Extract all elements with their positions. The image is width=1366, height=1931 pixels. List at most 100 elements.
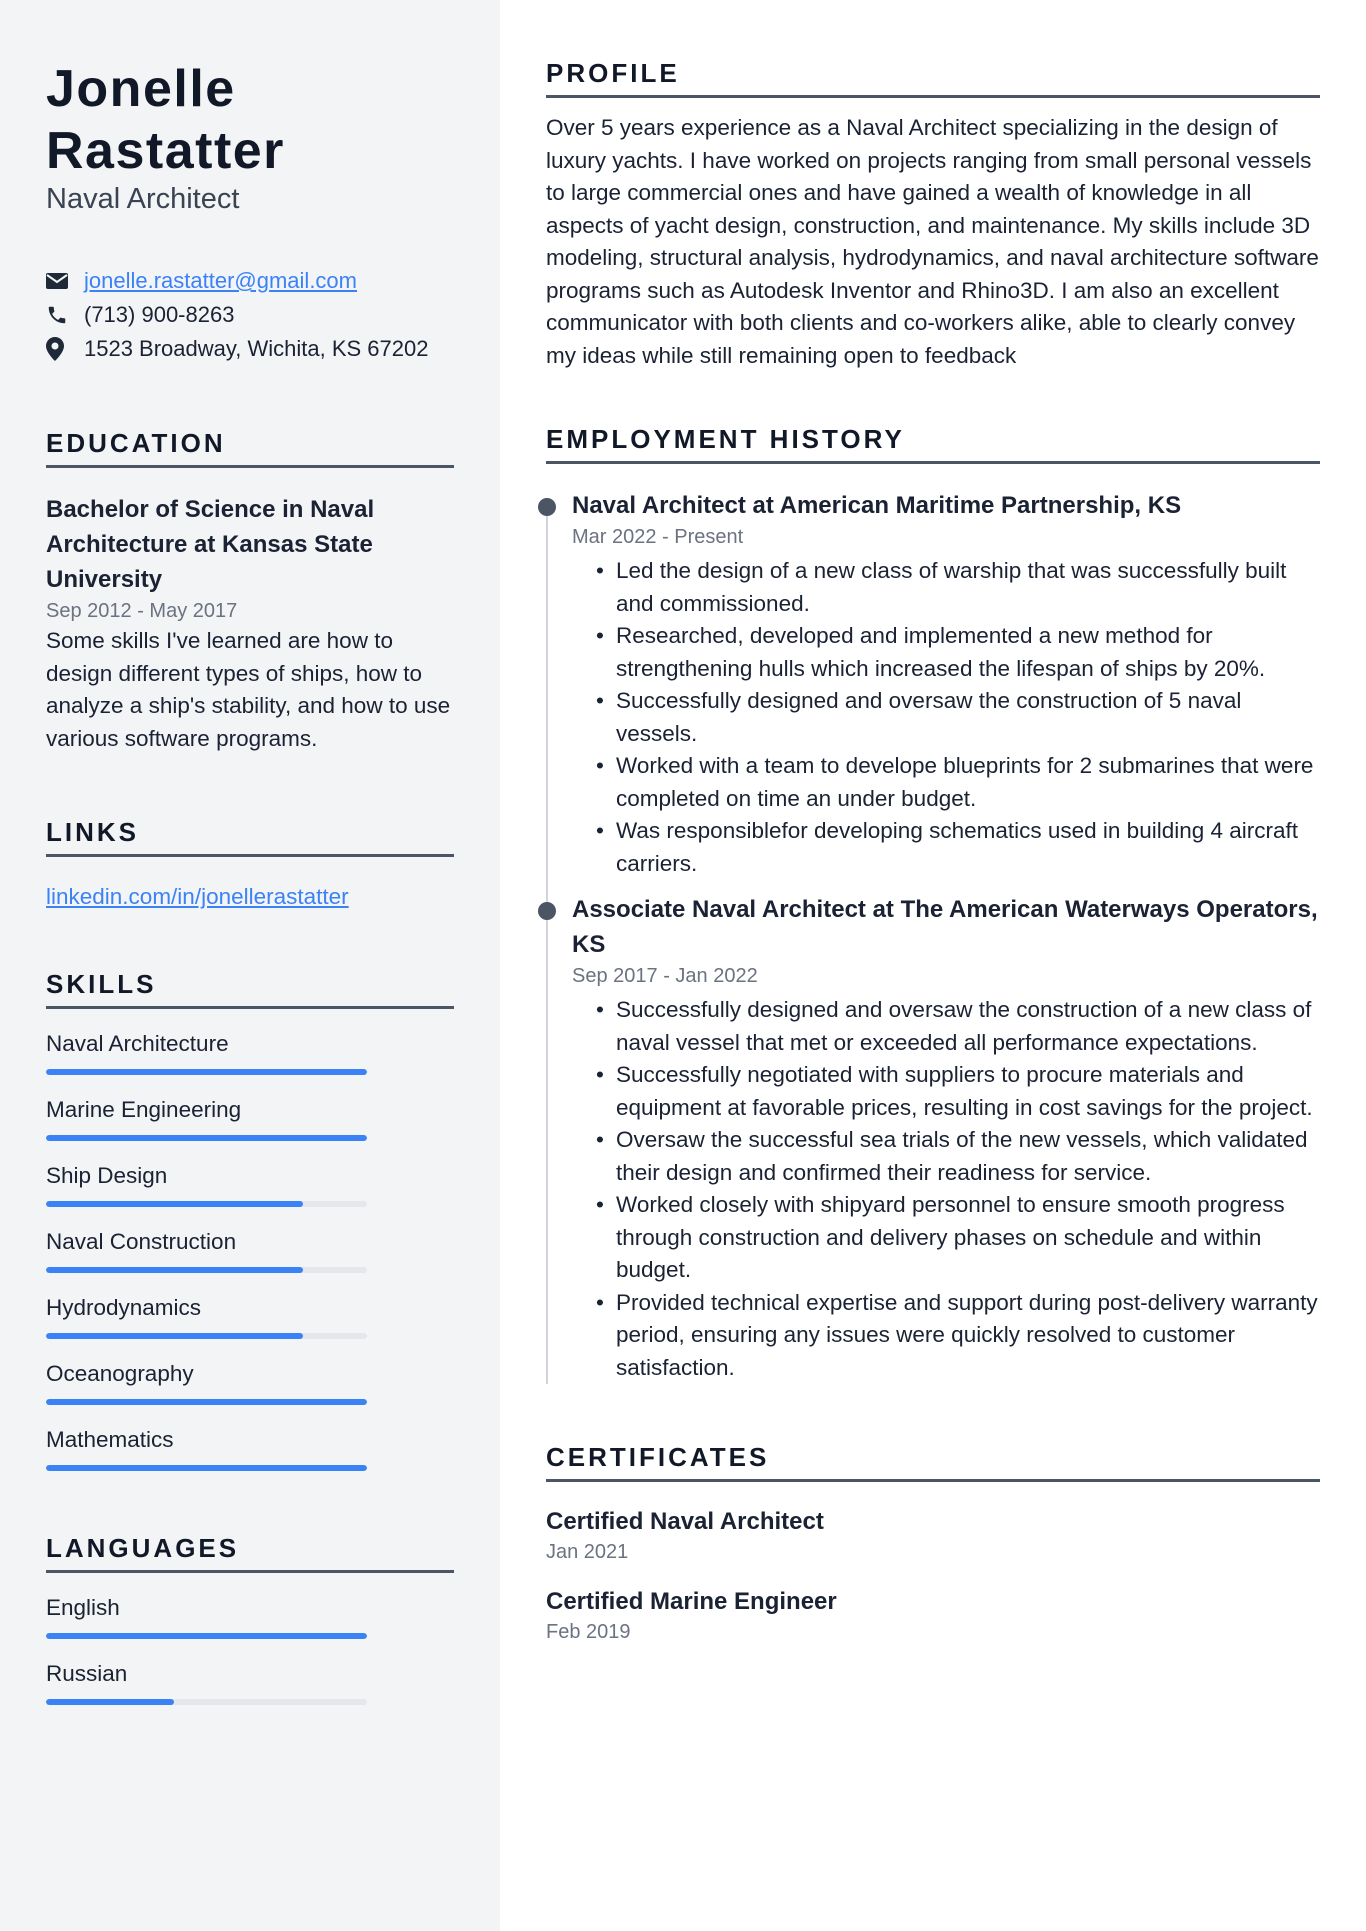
employment-section: EMPLOYMENT HISTORY Naval Architect at Am… (538, 424, 1320, 1384)
language-level-fill (46, 1699, 175, 1705)
skill-level-fill (46, 1399, 367, 1405)
languages-heading: LANGUAGES (46, 1533, 454, 1573)
skill-level-fill (46, 1333, 303, 1339)
profile-heading: PROFILE (546, 58, 1320, 98)
skill-level-fill (46, 1201, 303, 1207)
contact-phone: (713) 900-8263 (46, 298, 454, 332)
skill-level-fill (46, 1465, 367, 1471)
job-bullet: Researched, developed and implemented a … (596, 620, 1320, 685)
job-bullet: Oversaw the successful sea trials of the… (596, 1124, 1320, 1189)
languages-list: English Russian (46, 1593, 454, 1705)
job-bullets: Led the design of a new class of warship… (572, 555, 1320, 880)
education-heading: EDUCATION (46, 428, 454, 468)
education-section: EDUCATION Bachelor of Science in Naval A… (46, 428, 454, 755)
skill-level-bar (46, 1333, 367, 1339)
job-bullet: Worked closely with shipyard personnel t… (596, 1189, 1320, 1287)
job-bullet: Successfully negotiated with suppliers t… (596, 1059, 1320, 1124)
employment-timeline: Naval Architect at American Maritime Par… (538, 488, 1320, 1384)
skill-item: Ship Design (46, 1161, 454, 1207)
skill-label: Marine Engineering (46, 1097, 242, 1122)
linkedin-link[interactable]: linkedin.com/in/jonellerastatter (46, 884, 349, 909)
email-link[interactable]: jonelle.rastatter@gmail.com (84, 264, 357, 298)
skill-level-bar (46, 1267, 367, 1273)
job-bullet: Led the design of a new class of warship… (596, 555, 1320, 620)
skill-label: Ship Design (46, 1163, 168, 1188)
job-bullet: Successfully designed and oversaw the co… (596, 685, 1320, 750)
contact-address: 1523 Broadway, Wichita, KS 67202 (46, 332, 454, 366)
skill-level-bar (46, 1465, 367, 1471)
certificate-title: Certified Naval Architect (546, 1508, 824, 1535)
certificate-title: Certified Marine Engineer (546, 1588, 837, 1615)
address: 1523 Broadway, Wichita, KS 67202 (84, 336, 429, 361)
last-name: Rastatter (46, 122, 285, 180)
job-bullet: Provided technical expertise and support… (596, 1287, 1320, 1385)
skill-level-bar (46, 1135, 367, 1141)
education-dates: Sep 2012 - May 2017 (46, 600, 238, 622)
certificates-heading: CERTIFICATES (546, 1442, 1320, 1482)
skill-item: Mathematics (46, 1425, 454, 1471)
main-content: PROFILE Over 5 years experience as a Nav… (538, 0, 1320, 1646)
skill-level-fill (46, 1135, 367, 1141)
skill-label: Hydrodynamics (46, 1295, 202, 1320)
employment-heading: EMPLOYMENT HISTORY (546, 424, 1320, 464)
language-level-fill (46, 1633, 367, 1639)
skill-label: Naval Architecture (46, 1031, 229, 1056)
skill-item: Hydrodynamics (46, 1293, 454, 1339)
job-entry: Associate Naval Architect at The America… (538, 892, 1320, 1384)
sidebar: Jonelle Rastatter Naval Architect jonell… (0, 0, 500, 1931)
phone-number: (713) 900-8263 (84, 302, 235, 327)
job-dates: Mar 2022 - Present (572, 526, 744, 548)
job-title: Associate Naval Architect at The America… (572, 896, 1318, 958)
certificates-section: CERTIFICATES Certified Naval Architect Ja… (546, 1442, 1320, 1646)
language-label: Russian (46, 1661, 128, 1686)
skill-item: Naval Construction (46, 1227, 454, 1273)
job-title: Naval Architect (46, 183, 240, 215)
timeline-dot-icon (538, 498, 556, 516)
skills-section: SKILLS Naval Architecture Marine Engineer… (46, 969, 454, 1471)
education-description: Some skills I've learned are how to desi… (46, 628, 451, 751)
language-level-bar (46, 1633, 367, 1639)
job-title: Naval Architect at American Maritime Par… (572, 492, 1182, 519)
first-name: Jonelle (46, 60, 236, 118)
job-bullet: Successfully designed and oversaw the co… (596, 994, 1320, 1059)
language-item: Russian (46, 1659, 454, 1705)
candidate-name: Jonelle Rastatter (46, 58, 454, 182)
skill-label: Oceanography (46, 1361, 194, 1386)
contact-list: jonelle.rastatter@gmail.com (713) 900-82… (46, 264, 454, 366)
language-item: English (46, 1593, 454, 1639)
language-label: English (46, 1595, 120, 1620)
envelope-icon (46, 269, 74, 293)
skill-level-fill (46, 1267, 303, 1273)
language-level-bar (46, 1699, 367, 1705)
skill-item: Oceanography (46, 1359, 454, 1405)
skill-level-bar (46, 1069, 367, 1075)
links-section: LINKS linkedin.com/in/jonellerastatter (46, 817, 454, 913)
skill-label: Naval Construction (46, 1229, 237, 1254)
skill-item: Marine Engineering (46, 1095, 454, 1141)
contact-email: jonelle.rastatter@gmail.com (46, 264, 454, 298)
skill-level-fill (46, 1069, 367, 1075)
skill-level-bar (46, 1399, 367, 1405)
phone-icon (46, 303, 74, 327)
skill-label: Mathematics (46, 1427, 174, 1452)
skills-list: Naval Architecture Marine Engineering Ship… (46, 1029, 454, 1471)
timeline-dot-icon (538, 902, 556, 920)
skill-item: Naval Architecture (46, 1029, 454, 1075)
job-bullet: Was responsiblefor developing schematics… (596, 815, 1320, 880)
languages-section: LANGUAGES English Russian (46, 1533, 454, 1705)
certificate-date: Jan 2021 (546, 1541, 629, 1563)
education-degree: Bachelor of Science in Naval Architectur… (46, 496, 375, 593)
links-heading: LINKS (46, 817, 454, 857)
profile-section: PROFILE Over 5 years experience as a Nav… (546, 58, 1320, 372)
job-bullets: Successfully designed and oversaw the co… (572, 994, 1320, 1384)
job-entry: Naval Architect at American Maritime Par… (538, 488, 1320, 880)
timeline-line (546, 502, 548, 1384)
map-pin-icon (46, 337, 74, 361)
job-bullet: Worked with a team to develope blueprint… (596, 750, 1320, 815)
skills-heading: SKILLS (46, 969, 454, 1009)
job-dates: Sep 2017 - Jan 2022 (572, 965, 758, 987)
profile-text: Over 5 years experience as a Naval Archi… (546, 115, 1319, 368)
skill-level-bar (46, 1201, 367, 1207)
certificate-date: Feb 2019 (546, 1621, 631, 1643)
certificate-entry: Certified Naval Architect Jan 2021 (546, 1506, 1320, 1566)
